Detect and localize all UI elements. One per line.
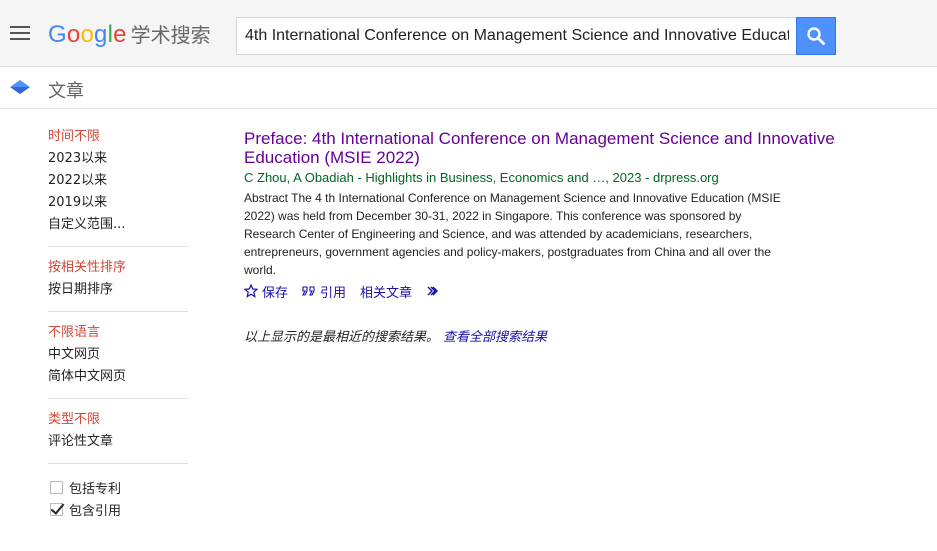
filter-any-type[interactable]: 类型不限 [48, 411, 188, 433]
cite-label: 引用 [320, 285, 347, 301]
top-bar: Google 学术搜索 [0, 0, 937, 67]
filter-simplified-chinese-pages[interactable]: 简体中文网页 [48, 368, 188, 390]
include-patents-checkbox[interactable] [50, 480, 63, 494]
cite-button[interactable]: 引用 [302, 282, 346, 301]
filter-sidebar: 时间不限 2023以来 2022以来 2019以来 自定义范围... 按相关性排… [48, 128, 188, 540]
include-citations-option[interactable]: 包含引用 [48, 498, 188, 520]
include-patents-label: 包括专利 [69, 481, 122, 497]
search-icon [807, 27, 825, 45]
recent-results-text: 以上显示的是最相近的搜索结果。 [244, 330, 440, 345]
filter-any-time[interactable]: 时间不限 [48, 128, 188, 150]
result-snippet: Abstract The 4 th International Conferen… [244, 191, 781, 277]
type-group: 类型不限 评论性文章 [48, 411, 188, 464]
filter-since-2019[interactable]: 2019以来 [48, 194, 188, 216]
section-bar: 文章 [0, 67, 937, 109]
result-actions: 保存 引用 相关文章 [244, 281, 844, 301]
result-title-link[interactable]: Preface: 4th International Conference on… [244, 129, 844, 167]
hamburger-menu-icon[interactable] [10, 26, 30, 42]
save-button[interactable]: 保存 [244, 282, 288, 301]
google-scholar-logo[interactable]: Google 学术搜索 [48, 19, 211, 49]
filter-chinese-pages[interactable]: 中文网页 [48, 346, 188, 368]
language-group: 不限语言 中文网页 简体中文网页 [48, 324, 188, 399]
search-result: Preface: 4th International Conference on… [244, 129, 844, 301]
include-citations-label: 包含引用 [69, 503, 122, 519]
logo-letter: G [48, 21, 67, 48]
google-wordmark: Google [48, 21, 127, 49]
result-meta: C Zhou, A Obadiah - Highlights in Busine… [244, 170, 719, 185]
related-articles-label: 相关文章 [360, 285, 413, 301]
quote-icon [302, 286, 315, 296]
search-input[interactable] [237, 18, 797, 54]
double-chevron-right-icon [427, 286, 439, 296]
filter-custom-range[interactable]: 自定义范围... [48, 216, 188, 238]
include-citations-checkbox[interactable] [50, 502, 63, 516]
scholar-product-name: 学术搜索 [130, 23, 211, 47]
sort-group: 按相关性排序 按日期排序 [48, 259, 188, 312]
search-box[interactable] [236, 17, 797, 55]
sort-by-date[interactable]: 按日期排序 [48, 281, 188, 303]
more-button[interactable] [426, 285, 442, 297]
filter-since-2022[interactable]: 2022以来 [48, 172, 188, 194]
recent-results-note: 以上显示的是最相近的搜索结果。 查看全部搜索结果 [244, 326, 547, 345]
search-button[interactable] [796, 17, 836, 55]
filter-review-articles[interactable]: 评论性文章 [48, 433, 188, 455]
filter-any-language[interactable]: 不限语言 [48, 324, 188, 346]
articles-label[interactable]: 文章 [48, 77, 84, 103]
include-patents-option[interactable]: 包括专利 [48, 476, 188, 498]
options-group: 包括专利 包含引用 [48, 476, 188, 528]
logo-letter: e [113, 21, 127, 48]
related-articles-link[interactable]: 相关文章 [360, 282, 412, 301]
star-icon [244, 284, 258, 298]
save-label: 保存 [262, 285, 289, 301]
sort-by-relevance[interactable]: 按相关性排序 [48, 259, 188, 281]
show-all-results-link[interactable]: 查看全部搜索结果 [443, 330, 547, 345]
graduation-cap-icon [10, 80, 30, 94]
time-filter-group: 时间不限 2023以来 2022以来 2019以来 自定义范围... [48, 128, 188, 247]
filter-since-2023[interactable]: 2023以来 [48, 150, 188, 172]
logo-letter: g [94, 21, 108, 48]
logo-letter: o [80, 21, 94, 48]
logo-letter: o [66, 21, 81, 48]
